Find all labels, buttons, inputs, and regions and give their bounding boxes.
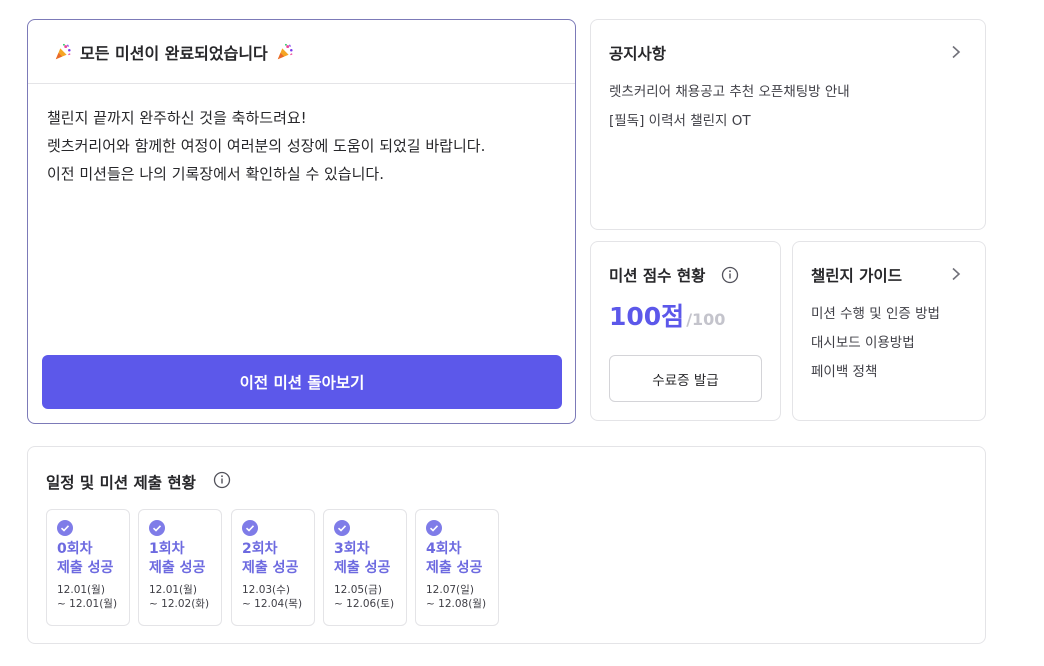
mission-card-message: 챌린지 끝까지 완주하신 것을 축하드려요! 렛츠커리어와 함께한 여정이 여러… [28, 84, 575, 208]
round-card[interactable]: 2회차 제출 성공 12.03(수) ~ 12.04(목) [231, 509, 315, 626]
check-circle-icon [149, 520, 165, 536]
mission-card-title: 모든 미션이 완료되었습니다 [80, 43, 268, 63]
message-line: 챌린지 끝까지 완주하신 것을 축하드려요! [47, 109, 307, 127]
round-dates: 12.01(월) ~ 12.01(월) [57, 583, 117, 611]
notice-item[interactable]: 렛츠커리어 채용공고 추천 오픈채팅방 안내 [609, 80, 850, 100]
chevron-right-icon[interactable] [949, 45, 963, 59]
round-start-date: 12.07(일) [426, 584, 474, 596]
round-card[interactable]: 3회차 제출 성공 12.05(금) ~ 12.06(토) [323, 509, 407, 626]
round-status: 제출 성공 [149, 560, 206, 576]
round-start-date: 12.05(금) [334, 584, 382, 596]
round-status: 제출 성공 [334, 560, 391, 576]
round-number: 4회차 [426, 541, 462, 557]
round-dates: 12.03(수) ~ 12.04(목) [242, 583, 302, 611]
round-title: 1회차 제출 성공 [149, 540, 205, 578]
round-status: 제출 성공 [57, 560, 114, 576]
round-end-date: ~ 12.08(월) [426, 598, 487, 610]
notice-title: 공지사항 [609, 45, 667, 63]
guide-item[interactable]: 대시보드 이용방법 [811, 331, 915, 351]
score-value: 100점 [609, 302, 685, 331]
round-dates: 12.01(월) ~ 12.02(화) [149, 583, 209, 611]
round-start-date: 12.01(월) [149, 584, 197, 596]
round-end-date: ~ 12.04(목) [242, 598, 303, 610]
round-number: 1회차 [149, 541, 185, 557]
notice-item[interactable]: [필독] 이력서 챌린지 OT [609, 109, 751, 129]
mission-complete-card: 모든 미션이 완료되었습니다 챌린지 끝까지 완주하신 것을 축하드려요! 렛츠… [27, 19, 576, 424]
round-card[interactable]: 4회차 제출 성공 12.07(일) ~ 12.08(월) [415, 509, 499, 626]
review-previous-missions-button[interactable]: 이전 미션 돌아보기 [42, 355, 562, 409]
schedule-status-card: 일정 및 미션 제출 현황 0회차 제출 성공 12.01(월) ~ 12.01… [27, 446, 986, 644]
round-title: 4회차 제출 성공 [426, 540, 482, 578]
round-card[interactable]: 1회차 제출 성공 12.01(월) ~ 12.02(화) [138, 509, 222, 626]
check-circle-icon [334, 520, 350, 536]
party-popper-icon [277, 43, 293, 59]
issue-certificate-button[interactable]: 수료증 발급 [609, 355, 762, 402]
round-number: 0회차 [57, 541, 93, 557]
message-line: 렛츠커리어와 함께한 여정이 여러분의 성장에 도움이 되었길 바랍니다. [47, 137, 486, 155]
check-circle-icon [242, 520, 258, 536]
guide-item[interactable]: 미션 수행 및 인증 방법 [811, 302, 940, 322]
info-icon[interactable] [721, 266, 739, 284]
guide-item[interactable]: 페이백 정책 [811, 360, 877, 380]
mission-card-header: 모든 미션이 완료되었습니다 [28, 20, 575, 84]
round-end-date: ~ 12.06(토) [334, 598, 395, 610]
mission-score-card: 미션 점수 현황 100점/100 수료증 발급 [590, 241, 781, 421]
party-popper-icon [55, 43, 71, 59]
check-circle-icon [426, 520, 442, 536]
challenge-guide-card: 챌린지 가이드 미션 수행 및 인증 방법 대시보드 이용방법 페이백 정책 [792, 241, 986, 421]
round-dates: 12.07(일) ~ 12.08(월) [426, 583, 486, 611]
score-title: 미션 점수 현황 [609, 267, 706, 285]
check-circle-icon [57, 520, 73, 536]
score-value-wrap: 100점/100 [609, 297, 725, 333]
schedule-title: 일정 및 미션 제출 현황 [46, 474, 196, 492]
info-icon[interactable] [213, 471, 231, 489]
round-end-date: ~ 12.01(월) [57, 598, 118, 610]
round-title: 3회차 제출 성공 [334, 540, 390, 578]
chevron-right-icon[interactable] [949, 267, 963, 281]
message-line: 이전 미션들은 나의 기록장에서 확인하실 수 있습니다. [47, 165, 384, 183]
notice-card: 공지사항 렛츠커리어 채용공고 추천 오픈채팅방 안내 [필독] 이력서 챌린지… [590, 19, 986, 230]
score-max: /100 [686, 310, 726, 329]
round-number: 2회차 [242, 541, 278, 557]
round-dates: 12.05(금) ~ 12.06(토) [334, 583, 394, 611]
round-card[interactable]: 0회차 제출 성공 12.01(월) ~ 12.01(월) [46, 509, 130, 626]
round-status: 제출 성공 [426, 560, 483, 576]
round-start-date: 12.03(수) [242, 584, 290, 596]
round-number: 3회차 [334, 541, 370, 557]
round-start-date: 12.01(월) [57, 584, 105, 596]
guide-title: 챌린지 가이드 [811, 267, 902, 285]
round-status: 제출 성공 [242, 560, 299, 576]
round-end-date: ~ 12.02(화) [149, 598, 210, 610]
round-title: 0회차 제출 성공 [57, 540, 113, 578]
round-title: 2회차 제출 성공 [242, 540, 298, 578]
